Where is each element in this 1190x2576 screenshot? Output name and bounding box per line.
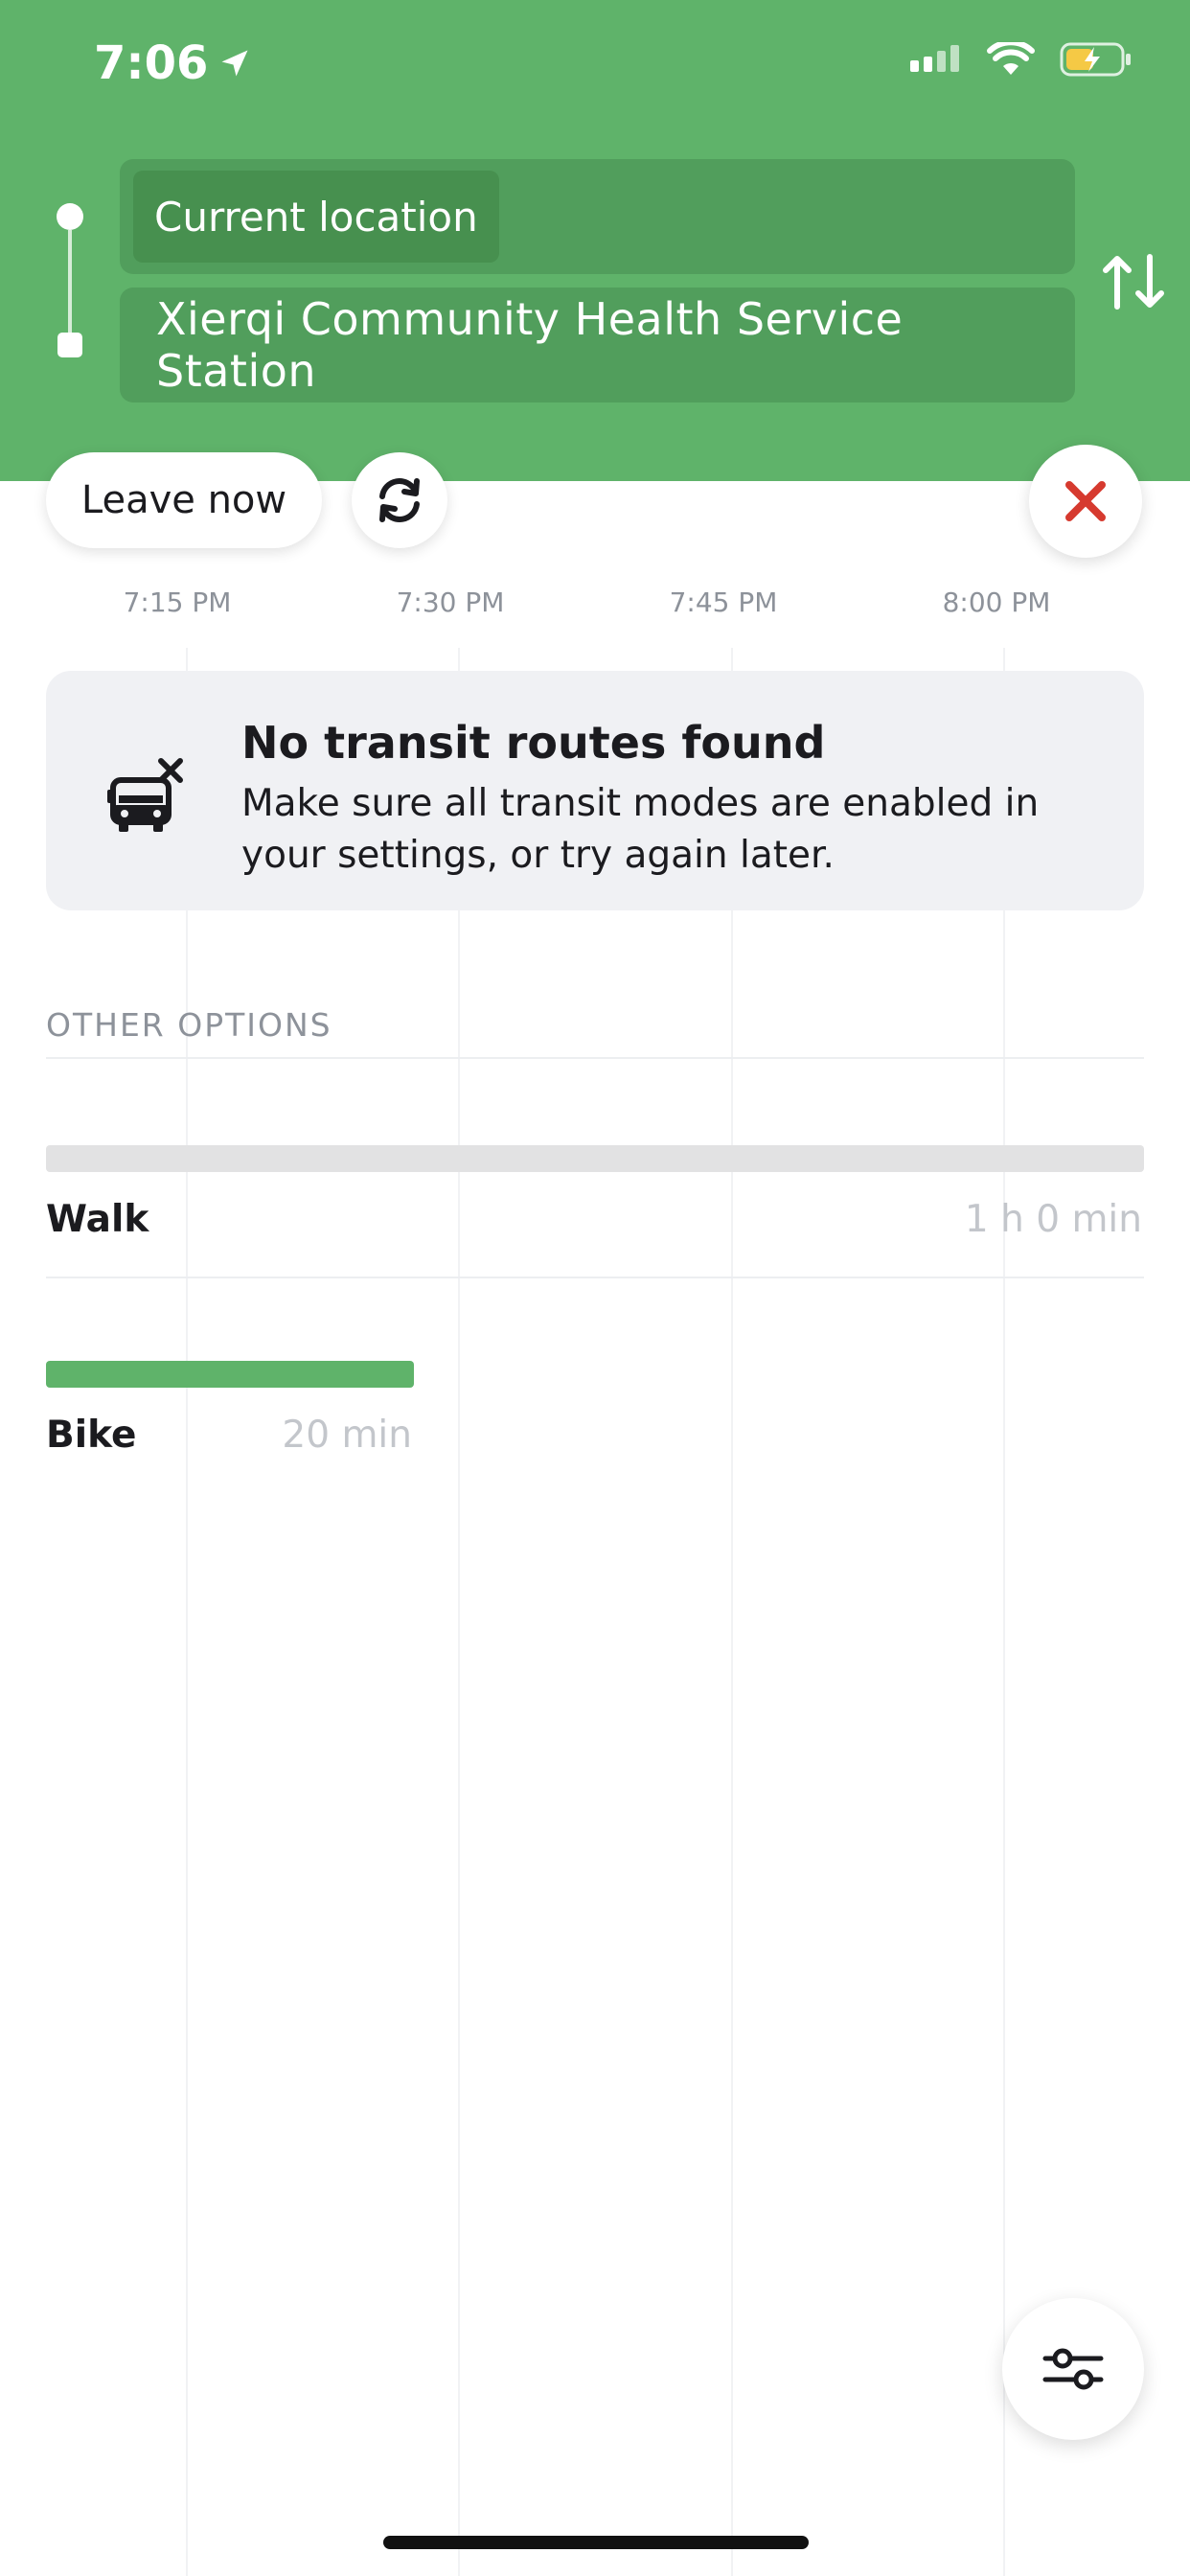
timeline-gridline: [1003, 648, 1005, 2576]
notice-body: Make sure all transit modes are enabled …: [241, 782, 1040, 877]
status-indicators: [910, 42, 1133, 77]
route-connector-line: [68, 230, 72, 334]
option-duration: 20 min: [282, 1414, 412, 1457]
origin-value: Current location: [133, 171, 499, 263]
status-time: 7:06: [94, 36, 252, 90]
home-indicator[interactable]: [383, 2536, 809, 2549]
refresh-icon: [379, 478, 420, 522]
timeline-label: 8:00 PM: [942, 586, 1051, 618]
route-settings-button[interactable]: [1002, 2298, 1144, 2440]
route-header: 7:06 Current location Xierqi Community H…: [0, 0, 1190, 481]
timeline-label: 7:15 PM: [123, 586, 232, 618]
divider: [46, 1276, 1144, 1278]
no-routes-notice: No transit routes found Make sure all tr…: [46, 671, 1144, 910]
option-label: Bike: [46, 1414, 137, 1457]
origin-field[interactable]: Current location: [120, 159, 1075, 274]
sliders-icon: [1042, 2348, 1104, 2390]
other-options-heading: OTHER OPTIONS: [46, 1006, 332, 1044]
walk-duration-bar: [46, 1145, 1144, 1172]
destination-field[interactable]: Xierqi Community Health Service Station: [120, 288, 1075, 402]
option-label: Walk: [46, 1198, 149, 1241]
timeline-gridline: [731, 648, 733, 2576]
refresh-button[interactable]: [352, 452, 447, 548]
battery-charging-icon: [1060, 42, 1131, 77]
bike-duration-bar: [46, 1361, 414, 1388]
origin-dot: [57, 203, 83, 230]
status-time-text: 7:06: [94, 36, 209, 90]
divider: [46, 1057, 1144, 1059]
location-arrow-icon: [221, 50, 248, 77]
close-button[interactable]: [1029, 445, 1142, 558]
bus-unavailable-icon: [107, 758, 183, 832]
timeline-gridline: [458, 648, 460, 2576]
destination-value: Xierqi Community Health Service Station: [156, 293, 904, 397]
leave-now-button[interactable]: Leave now: [46, 452, 322, 548]
wifi-icon: [987, 42, 1035, 75]
timeline-gridline: [186, 648, 188, 2576]
option-duration: 1 h 0 min: [964, 1198, 1142, 1241]
close-icon: [1065, 481, 1106, 521]
timeline-label: 7:30 PM: [396, 586, 505, 618]
timeline-label: 7:45 PM: [669, 586, 778, 618]
destination-marker: [57, 333, 82, 357]
cellular-signal-icon: [910, 45, 959, 72]
swap-direction-icon[interactable]: [1100, 251, 1167, 312]
notice-title: No transit routes found: [241, 717, 826, 769]
